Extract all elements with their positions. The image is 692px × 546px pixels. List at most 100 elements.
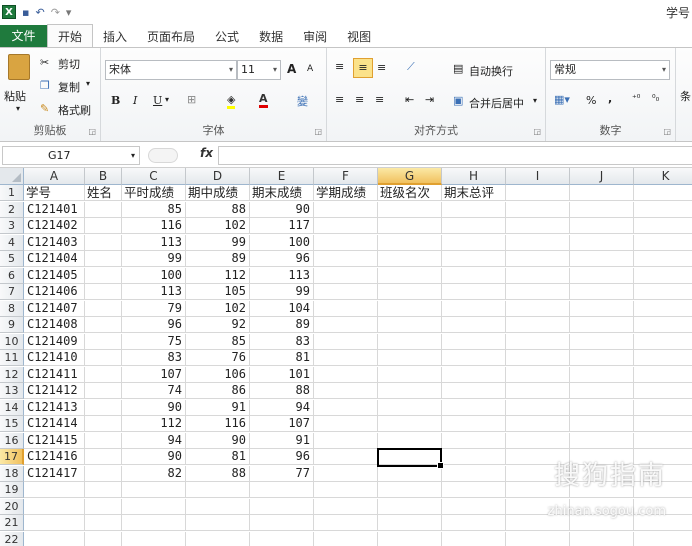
cell-b8[interactable] — [85, 300, 122, 317]
cell-c17[interactable]: 90 — [122, 449, 186, 465]
cell-g17[interactable] — [378, 449, 442, 465]
column-header-j[interactable]: J — [570, 168, 634, 185]
paste-button[interactable]: 粘贴 — [4, 88, 26, 104]
cell-f14[interactable] — [314, 399, 378, 416]
cell-i9[interactable] — [506, 317, 570, 333]
cell-k10[interactable] — [634, 334, 692, 350]
cell-b15[interactable] — [85, 416, 122, 432]
row-header-8[interactable]: 8 — [0, 300, 24, 317]
decrease-decimal-icon[interactable]: ⁰₀ — [652, 94, 659, 104]
cell-c14[interactable]: 90 — [122, 399, 186, 416]
row-header-16[interactable]: 16 — [0, 432, 24, 449]
cell-g4[interactable] — [378, 234, 442, 251]
tab-formulas[interactable]: 公式 — [205, 26, 249, 48]
copy-dropdown-icon[interactable]: ▾ — [86, 79, 90, 88]
cell-d12[interactable]: 106 — [186, 366, 250, 383]
cell-g13[interactable] — [378, 383, 442, 399]
cell-g7[interactable] — [378, 284, 442, 300]
cell-a11[interactable]: C121410 — [24, 350, 85, 366]
cell-f9[interactable] — [314, 317, 378, 333]
cell-j8[interactable] — [570, 300, 634, 317]
cell-g11[interactable] — [378, 350, 442, 366]
cell-h12[interactable] — [442, 366, 506, 383]
cell-f20[interactable] — [314, 498, 378, 515]
cell-h8[interactable] — [442, 300, 506, 317]
cell-e10[interactable]: 83 — [250, 333, 314, 350]
cell-a6[interactable]: C121405 — [24, 267, 85, 284]
cell-e9[interactable]: 89 — [250, 317, 314, 333]
tab-file[interactable]: 文件 — [0, 25, 47, 48]
cell-e13[interactable]: 88 — [250, 383, 314, 399]
undo-icon[interactable]: ↶ — [35, 6, 44, 19]
cell-d1[interactable]: 期中成绩 — [186, 185, 250, 201]
cell-d6[interactable]: 112 — [186, 267, 250, 284]
increase-indent-icon[interactable]: ⇥ — [425, 93, 434, 106]
select-all-button[interactable] — [0, 168, 24, 185]
cell-a17[interactable]: C121416 — [24, 449, 85, 465]
cell-b14[interactable] — [85, 399, 122, 416]
column-header-d[interactable]: D — [186, 168, 250, 185]
cell-k4[interactable] — [634, 235, 692, 251]
cell-b6[interactable] — [85, 267, 122, 284]
copy-icon[interactable]: ❐ — [40, 79, 50, 92]
cell-i7[interactable] — [506, 284, 570, 300]
cell-f21[interactable] — [314, 515, 378, 531]
cell-a15[interactable]: C121414 — [24, 416, 85, 432]
cell-f16[interactable] — [314, 432, 378, 449]
cell-j15[interactable] — [570, 416, 634, 432]
cell-f18[interactable] — [314, 465, 378, 482]
cell-h4[interactable] — [442, 234, 506, 251]
cell-i22[interactable] — [506, 531, 570, 546]
wrap-text-button[interactable]: 自动换行 — [469, 63, 513, 79]
cell-g21[interactable] — [378, 515, 442, 531]
cell-d8[interactable]: 102 — [186, 300, 250, 317]
row-header-22[interactable]: 22 — [0, 531, 24, 546]
column-header-a[interactable]: A — [24, 168, 85, 185]
cell-d5[interactable]: 89 — [186, 251, 250, 267]
cell-f10[interactable] — [314, 333, 378, 350]
cell-j14[interactable] — [570, 399, 634, 416]
cell-e15[interactable]: 107 — [250, 416, 314, 432]
tab-home[interactable]: 开始 — [47, 24, 94, 48]
column-header-b[interactable]: B — [85, 168, 122, 185]
row-header-6[interactable]: 6 — [0, 267, 24, 284]
cell-e7[interactable]: 99 — [250, 284, 314, 300]
cell-c2[interactable]: 85 — [122, 201, 186, 218]
align-center-icon[interactable]: ≡ — [355, 93, 364, 106]
cell-a3[interactable]: C121402 — [24, 218, 85, 234]
fill-color-icon[interactable]: ◈ — [227, 93, 236, 109]
cell-k9[interactable] — [634, 317, 692, 333]
cell-c12[interactable]: 107 — [122, 366, 186, 383]
cell-c1[interactable]: 平时成绩 — [122, 185, 186, 201]
cell-c15[interactable]: 112 — [122, 416, 186, 432]
cell-h14[interactable] — [442, 399, 506, 416]
copy-button[interactable]: 复制 — [58, 79, 80, 95]
cell-k16[interactable] — [634, 433, 692, 449]
cell-h10[interactable] — [442, 333, 506, 350]
row-header-10[interactable]: 10 — [0, 333, 24, 350]
cell-e8[interactable]: 104 — [250, 300, 314, 317]
align-bottom-icon[interactable]: ≡ — [377, 61, 386, 74]
cell-i5[interactable] — [506, 251, 570, 267]
cell-k7[interactable] — [634, 284, 692, 300]
cell-f7[interactable] — [314, 284, 378, 300]
orientation-icon[interactable]: ⟋ — [407, 60, 415, 74]
cell-i1[interactable] — [506, 185, 570, 201]
cell-b19[interactable] — [85, 482, 122, 498]
cell-f3[interactable] — [314, 218, 378, 234]
font-launcher-icon[interactable]: ◲ — [314, 127, 322, 136]
cell-d17[interactable]: 81 — [186, 449, 250, 465]
cell-j16[interactable] — [570, 432, 634, 449]
column-header-g[interactable]: G — [378, 168, 442, 185]
cell-k5[interactable] — [634, 251, 692, 267]
cell-d20[interactable] — [186, 498, 250, 515]
cell-g14[interactable] — [378, 399, 442, 416]
cell-e19[interactable] — [250, 482, 314, 498]
italic-button[interactable]: I — [133, 94, 137, 107]
cell-c7[interactable]: 113 — [122, 284, 186, 300]
column-header-e[interactable]: E — [250, 168, 314, 185]
cut-icon[interactable]: ✂ — [40, 56, 49, 69]
cell-e18[interactable]: 77 — [250, 465, 314, 482]
cell-d4[interactable]: 99 — [186, 234, 250, 251]
phonetic-button[interactable]: 變 — [297, 93, 308, 109]
